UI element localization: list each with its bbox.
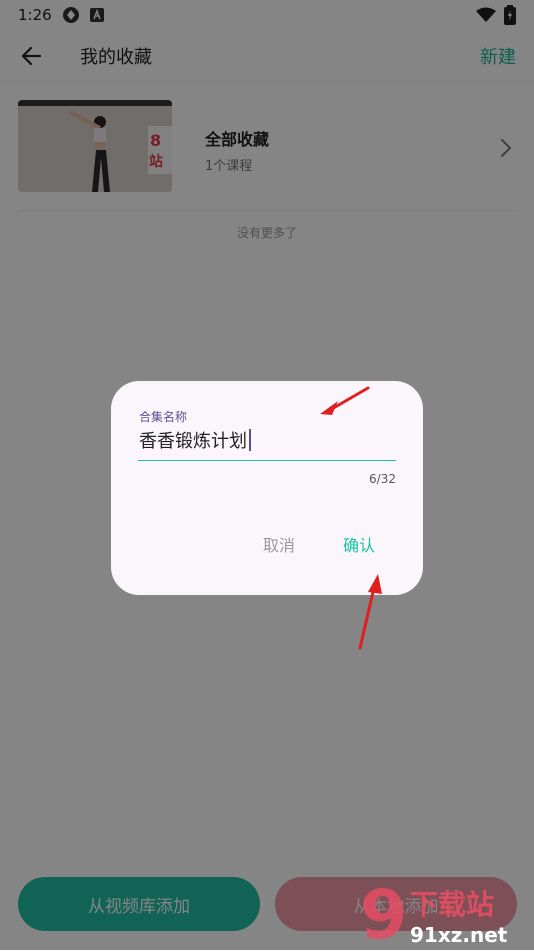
collection-name-input[interactable]: 香香锻炼计划 bbox=[139, 427, 251, 453]
confirm-button[interactable]: 确认 bbox=[343, 532, 375, 556]
site-watermark-logo: 9 下载站 91xz.net bbox=[358, 870, 528, 952]
annotation-arrow-top bbox=[320, 386, 370, 415]
collection-name-label: 合集名称 bbox=[139, 410, 188, 424]
svg-text:9: 9 bbox=[360, 876, 407, 948]
character-counter: 6/32 bbox=[369, 472, 396, 486]
input-underline bbox=[138, 460, 396, 461]
svg-text:91xz.net: 91xz.net bbox=[410, 923, 508, 947]
text-cursor bbox=[249, 429, 251, 451]
annotation-arrow-bottom bbox=[358, 574, 382, 650]
collection-name-value: 香香锻炼计划 bbox=[139, 431, 247, 452]
svg-text:下载站: 下载站 bbox=[410, 888, 494, 921]
create-collection-dialog: 合集名称 香香锻炼计划 6/32 取消 确认 bbox=[111, 381, 423, 595]
cancel-button[interactable]: 取消 bbox=[263, 532, 295, 556]
